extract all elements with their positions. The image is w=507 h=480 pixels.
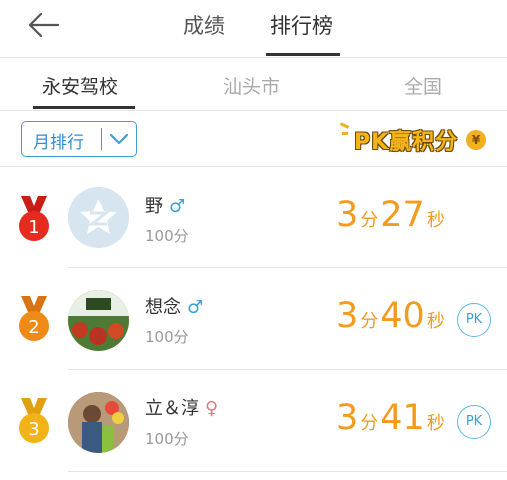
yen-coin-icon: ¥ — [466, 130, 486, 150]
male-icon: ♂ — [169, 196, 186, 217]
user-score: 100分 — [145, 227, 189, 245]
tab-scores[interactable]: 成绩 — [183, 10, 225, 40]
svg-text:3: 3 — [28, 419, 39, 440]
scope-tab-national[interactable]: 全国 — [404, 72, 442, 99]
user-name: 立＆淳 ♀ — [145, 398, 219, 419]
user-photo — [68, 392, 129, 453]
top-nav-bar: 成绩 排行榜 — [0, 0, 507, 58]
avatar-default[interactable] — [68, 187, 129, 248]
period-filter-dropdown[interactable]: 月排行 — [21, 121, 137, 157]
filter-separator — [101, 128, 102, 150]
medal-first-icon: 1 — [19, 196, 49, 241]
leaderboard-row[interactable]: 1 野 ♂ 100分 3 分27 秒 — [0, 167, 507, 267]
medal-second-icon: 2 — [19, 296, 49, 341]
scope-tab-city[interactable]: 汕头市 — [223, 72, 280, 99]
leaderboard-row[interactable]: 3 立＆淳 ♀ 100分 3 分41 秒 PK — [0, 370, 507, 470]
completion-time: 3 分40 秒 — [336, 296, 445, 336]
user-score: 100分 — [145, 430, 189, 448]
svg-text:1: 1 — [28, 217, 39, 238]
default-avatar-icon — [68, 187, 129, 248]
period-filter-label: 月排行 — [33, 133, 84, 153]
scope-tab-school[interactable]: 永安驾校 — [42, 72, 118, 99]
pk-challenge-button[interactable]: PK — [457, 405, 491, 439]
male-icon: ♂ — [187, 297, 204, 318]
user-photo — [68, 290, 129, 351]
user-name: 野 ♂ — [145, 196, 186, 217]
avatar-photo[interactable] — [68, 392, 129, 453]
scope-tabs: 永安驾校 汕头市 全国 — [0, 58, 507, 110]
active-scope-indicator — [33, 106, 135, 109]
avatar-photo[interactable] — [68, 290, 129, 351]
active-tab-indicator — [266, 53, 340, 56]
user-name: 想念 ♂ — [145, 297, 204, 318]
leaderboard-row[interactable]: 2 想念 ♂ 100分 3 分40 秒 PK — [0, 268, 507, 368]
completion-time: 3 分27 秒 — [336, 195, 445, 235]
completion-time: 3 分41 秒 — [336, 398, 445, 438]
pk-challenge-button[interactable]: PK — [457, 303, 491, 337]
female-icon: ♀ — [205, 398, 219, 419]
medal-third-icon: 3 — [19, 398, 49, 443]
user-score: 100分 — [145, 328, 189, 346]
spark-decoration — [339, 122, 350, 129]
tab-leaderboard[interactable]: 排行榜 — [270, 10, 333, 40]
pk-banner-text: PK赢积分 — [354, 130, 459, 155]
spark-decoration — [342, 132, 348, 135]
svg-text:2: 2 — [28, 317, 39, 338]
pk-win-points-banner[interactable]: PK赢积分 ¥ — [339, 118, 492, 162]
row-divider — [68, 471, 507, 472]
back-arrow-icon[interactable] — [26, 8, 62, 42]
chevron-down-icon — [109, 133, 129, 145]
divider — [0, 110, 507, 111]
